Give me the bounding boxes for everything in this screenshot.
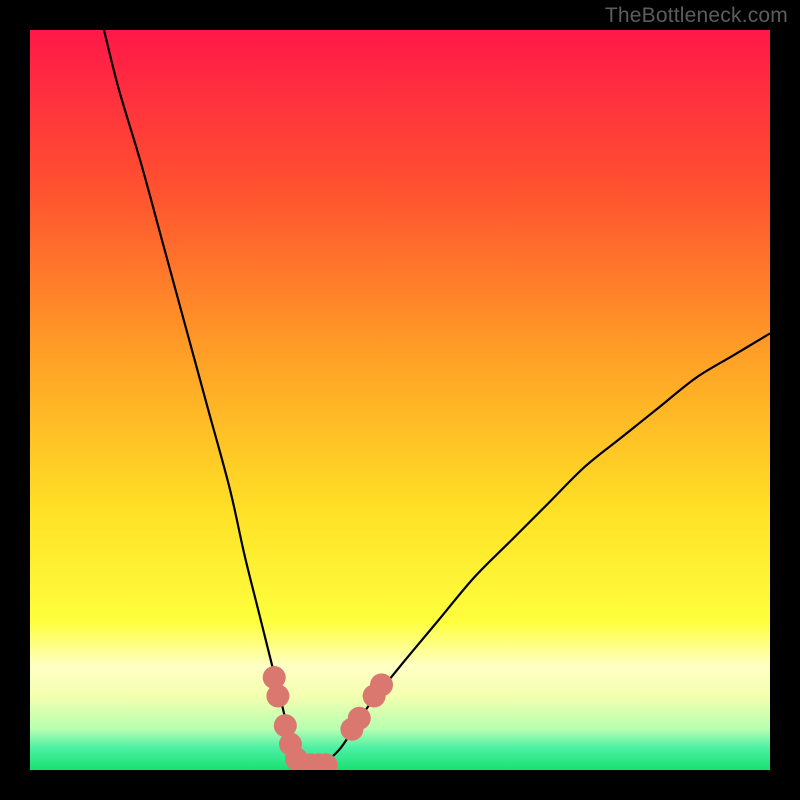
curve-layer (30, 30, 770, 770)
data-marker (370, 673, 393, 696)
plot-area (30, 30, 770, 770)
watermark-label: TheBottleneck.com (605, 4, 788, 28)
data-marker (266, 685, 289, 708)
data-marker (348, 707, 371, 730)
chart-frame: TheBottleneck.com (0, 0, 800, 800)
bottleneck-curve (104, 30, 770, 770)
data-markers (263, 666, 393, 770)
